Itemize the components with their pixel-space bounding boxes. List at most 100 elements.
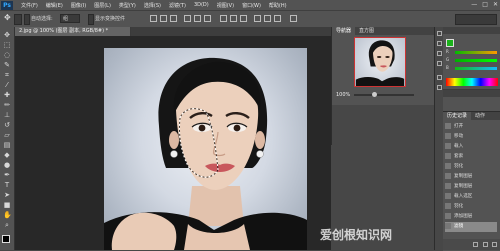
history-item-label: 打开 xyxy=(454,124,464,129)
tab-navigator[interactable]: 导航器 xyxy=(332,27,356,35)
menu-file[interactable]: 文件(F) xyxy=(21,2,38,9)
history-brush-icon[interactable]: ↺ xyxy=(3,121,11,129)
new-document-icon[interactable] xyxy=(483,242,488,247)
align-bottom-icon[interactable] xyxy=(170,15,177,22)
history-item[interactable]: 添加图层 xyxy=(445,212,497,222)
menu-image[interactable]: 图像(I) xyxy=(71,2,86,9)
blue-slider[interactable] xyxy=(455,67,497,70)
trash-icon[interactable] xyxy=(492,242,497,247)
workspace-switcher[interactable] xyxy=(455,14,497,25)
red-slider[interactable] xyxy=(455,51,497,54)
slider-b-label: B xyxy=(446,65,449,70)
tab-actions[interactable]: 动作 xyxy=(471,112,489,120)
auto-select-dropdown[interactable]: 组 xyxy=(60,14,80,23)
options-bar: ✥ 自动选择: 组 显示变换控件 xyxy=(0,10,500,28)
history-item-label: 添加图层 xyxy=(454,214,473,219)
portrait-photo[interactable] xyxy=(104,48,307,250)
history-item-label: 移动 xyxy=(454,134,464,139)
show-transform-checkbox[interactable] xyxy=(88,14,94,25)
history-item-selected[interactable]: 滤镜 xyxy=(445,222,497,232)
history-item[interactable]: 复制图层 xyxy=(445,182,497,192)
pen-tool-icon[interactable]: ✒ xyxy=(3,171,11,179)
distribute-vcenter-icon[interactable] xyxy=(230,15,237,22)
marquee-tool-icon[interactable]: ⬚ xyxy=(3,41,11,49)
info-panel-icon[interactable] xyxy=(437,51,442,56)
history-step-icon xyxy=(445,132,451,139)
history-item[interactable]: 载入 xyxy=(445,142,497,152)
distribute-hcenter-icon[interactable] xyxy=(264,15,271,22)
color-swatch-foreground[interactable] xyxy=(446,39,454,47)
eraser-icon[interactable]: ▱ xyxy=(3,131,11,139)
gradient-icon[interactable]: ▤ xyxy=(3,141,11,149)
document-tab[interactable]: 2.jpg @ 100% (图层 副本, RGB/8#) * xyxy=(15,27,131,36)
align-top-icon[interactable] xyxy=(150,15,157,22)
history-item[interactable]: 移动 xyxy=(445,132,497,142)
history-item[interactable]: 载入选区 xyxy=(445,192,497,202)
distribute-right-icon[interactable] xyxy=(274,15,281,22)
lasso-tool-icon[interactable]: ◌ xyxy=(3,51,11,59)
zoom-tool-icon[interactable]: ⌕ xyxy=(3,221,11,229)
quick-select-icon[interactable]: ✎ xyxy=(3,61,11,69)
menu-layer[interactable]: 图层(L) xyxy=(94,2,111,9)
align-hcenter-icon[interactable] xyxy=(194,15,201,22)
color-panel-tabs xyxy=(443,27,500,34)
menu-edit[interactable]: 编辑(E) xyxy=(46,2,63,9)
distribute-bottom-icon[interactable] xyxy=(240,15,247,22)
paragraph-panel-icon[interactable] xyxy=(437,85,442,90)
crop-tool-icon[interactable]: ⌗ xyxy=(3,71,11,79)
brush-tool-icon[interactable]: ✏ xyxy=(3,101,11,109)
eyedropper-icon[interactable]: ⁄ xyxy=(3,81,11,89)
close-button[interactable]: ✕ xyxy=(493,1,498,8)
history-item-label: 复制图层 xyxy=(454,174,473,179)
tab-history[interactable]: 历史记录 xyxy=(443,112,472,120)
type-tool-icon[interactable]: T xyxy=(3,181,11,189)
history-item-label: 羽化 xyxy=(454,204,464,209)
show-transform-label: 显示变换控件 xyxy=(95,16,126,22)
history-item[interactable]: 打开 xyxy=(445,122,497,132)
shape-tool-icon[interactable]: ■ xyxy=(3,201,11,209)
minimize-button[interactable]: — xyxy=(471,1,477,8)
move-tool-icon[interactable]: ✥ xyxy=(4,13,11,22)
hand-tool-icon[interactable]: ✋ xyxy=(3,211,12,219)
history-step-icon xyxy=(445,122,451,129)
menu-window[interactable]: 窗口(W) xyxy=(242,2,261,9)
dodge-icon[interactable]: ● xyxy=(3,161,11,169)
foreground-color-swatch[interactable] xyxy=(2,235,10,243)
menu-filter[interactable]: 滤镜(T) xyxy=(169,2,186,9)
align-vcenter-icon[interactable] xyxy=(160,15,167,22)
menu-3d[interactable]: 3D(D) xyxy=(194,2,209,8)
menu-help[interactable]: 帮助(H) xyxy=(269,2,287,9)
character-panel-icon[interactable] xyxy=(437,75,442,80)
maximize-button[interactable]: □ xyxy=(482,1,488,8)
zoom-slider[interactable] xyxy=(354,92,414,97)
tool-preset-picker[interactable] xyxy=(14,14,22,25)
move-tool-icon[interactable]: ✥ xyxy=(3,31,11,39)
history-item[interactable]: 复制图层 xyxy=(445,172,497,182)
new-snapshot-icon[interactable] xyxy=(473,242,478,247)
align-left-icon[interactable] xyxy=(184,15,191,22)
history-item[interactable]: 羽化 xyxy=(445,162,497,172)
auto-align-icon[interactable] xyxy=(290,15,297,22)
distribute-left-icon[interactable] xyxy=(254,15,261,22)
distribute-top-icon[interactable] xyxy=(220,15,227,22)
menu-view[interactable]: 视图(V) xyxy=(217,2,234,9)
path-select-icon[interactable]: ➤ xyxy=(3,191,11,199)
clone-stamp-icon[interactable]: ⊥ xyxy=(3,111,11,119)
history-panel-icon[interactable] xyxy=(437,31,442,36)
menu-type[interactable]: 类型(Y) xyxy=(119,2,136,9)
properties-panel-icon[interactable] xyxy=(437,41,442,46)
green-slider[interactable] xyxy=(455,59,497,62)
blur-icon[interactable]: ◆ xyxy=(3,151,11,159)
healing-brush-icon[interactable]: ✚ xyxy=(3,91,11,99)
navigator-thumbnail[interactable] xyxy=(354,37,406,87)
history-item[interactable]: 羽化 xyxy=(445,202,497,212)
zoom-slider-knob[interactable] xyxy=(372,92,377,97)
history-item[interactable]: 套索 xyxy=(445,152,497,162)
ps-logo-icon[interactable]: Ps xyxy=(1,0,13,10)
menu-select[interactable]: 选择(S) xyxy=(144,2,161,9)
align-right-icon[interactable] xyxy=(204,15,211,22)
auto-select-checkbox[interactable] xyxy=(24,14,30,25)
color-spectrum[interactable] xyxy=(446,78,498,86)
brush-panel-icon[interactable] xyxy=(437,61,442,66)
tab-histogram[interactable]: 直方图 xyxy=(355,27,378,35)
